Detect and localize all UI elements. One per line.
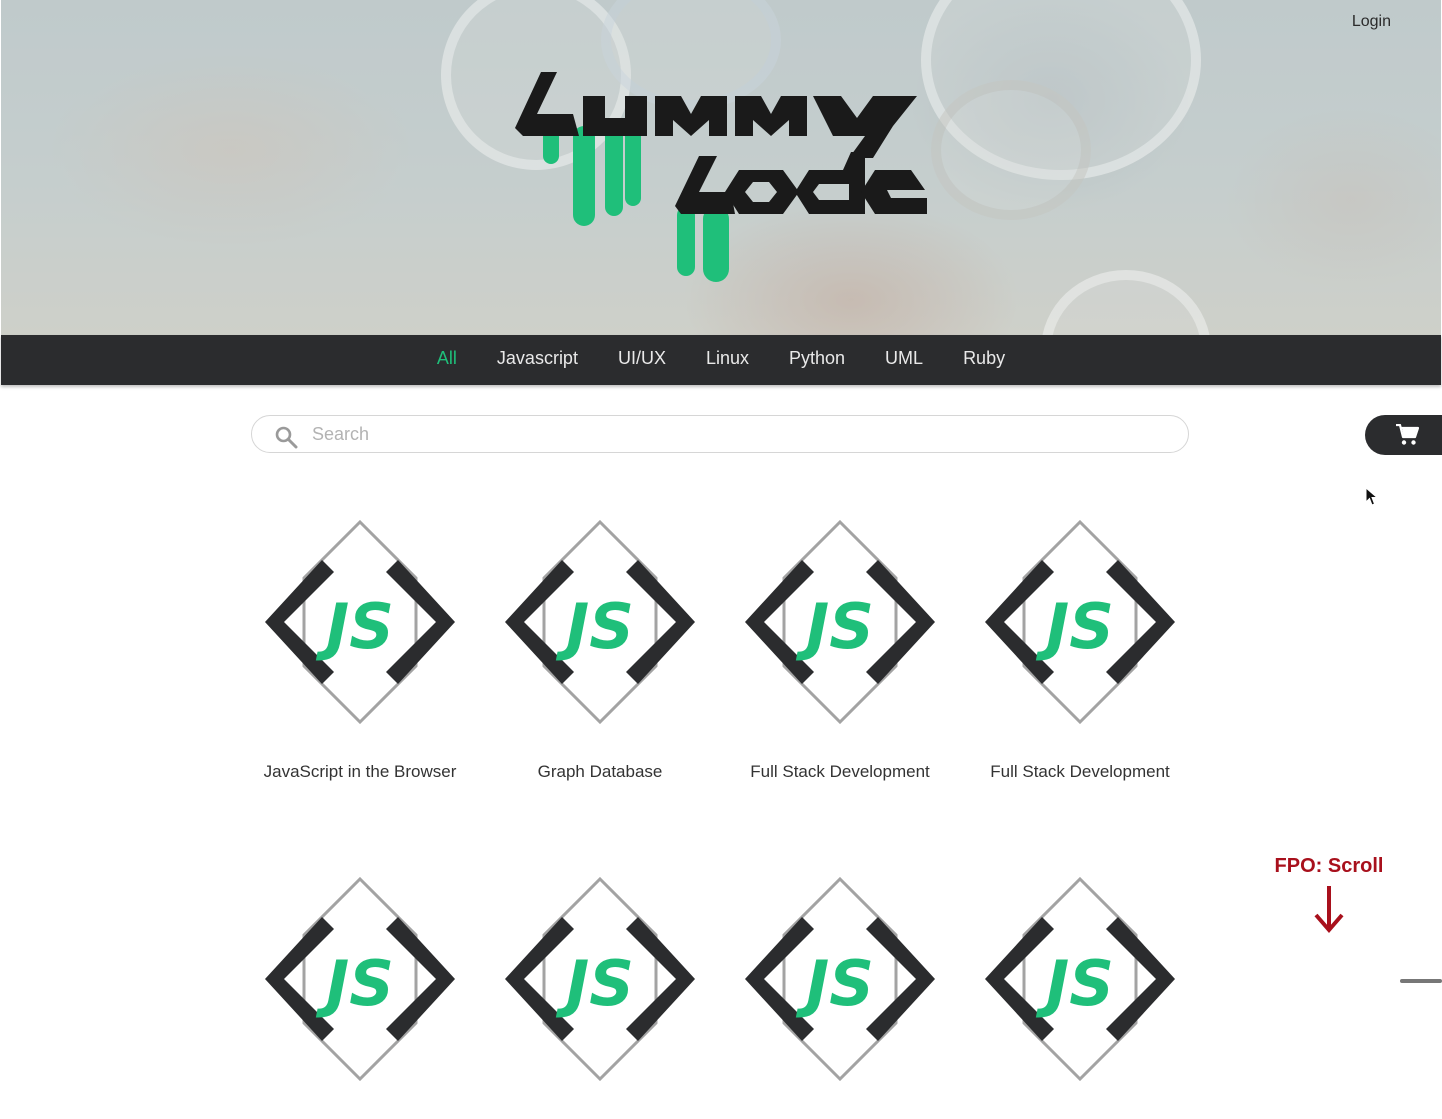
svg-text:JS: JS (1035, 590, 1114, 663)
mouse-cursor-icon (1365, 487, 1379, 506)
course-card[interactable]: JS (720, 877, 960, 1119)
arrow-down-icon (1314, 886, 1344, 934)
js-badge-icon: JS (745, 877, 935, 1081)
js-badge-icon: JS (265, 877, 455, 1081)
course-card[interactable]: JS (480, 877, 720, 1119)
svg-text:JS: JS (1035, 947, 1114, 1020)
search-bar (251, 415, 1189, 453)
course-card[interactable]: JS Full Stack Development (960, 520, 1200, 782)
js-badge-icon: JS (985, 877, 1175, 1081)
course-title: JavaScript in the Browser (263, 762, 457, 781)
login-link[interactable]: Login (1352, 13, 1391, 31)
nav-item-ui-ux[interactable]: UI/UX (598, 348, 686, 372)
course-card[interactable]: JS Graph Database (480, 520, 720, 782)
course-card[interactable]: JS Full Stack Development (720, 520, 960, 782)
svg-text:JS: JS (315, 947, 394, 1020)
nav-item-python[interactable]: Python (769, 348, 865, 372)
course-card[interactable]: JS (960, 877, 1200, 1119)
course-title: Graph Database (537, 762, 663, 781)
course-card[interactable]: JS JavaScript in the Browser (240, 520, 480, 782)
fpo-scroll-label: FPO: Scroll (1274, 855, 1384, 877)
course-title: Full Stack Development (990, 762, 1170, 781)
hero-banner: Login (1, 0, 1441, 335)
nav-item-all[interactable]: All (417, 348, 477, 372)
svg-text:JS: JS (555, 590, 634, 663)
js-badge-icon: JS (985, 520, 1175, 724)
nav-item-ruby[interactable]: Ruby (943, 348, 1025, 372)
js-badge-icon: JS (505, 520, 695, 724)
search-input[interactable] (312, 416, 1172, 452)
nav-item-uml[interactable]: UML (865, 348, 943, 372)
search-icon (275, 426, 298, 449)
gummy-code-logo (515, 72, 927, 282)
category-nav: All Javascript UI/UX Linux Python UML Ru… (1, 335, 1441, 385)
svg-text:JS: JS (555, 947, 634, 1020)
svg-text:JS: JS (795, 947, 874, 1020)
js-badge-icon: JS (745, 520, 935, 724)
nav-item-linux[interactable]: Linux (686, 348, 769, 372)
cart-icon (1396, 424, 1419, 445)
course-card[interactable]: JS (240, 877, 480, 1119)
svg-text:JS: JS (315, 590, 394, 663)
svg-text:JS: JS (795, 590, 874, 663)
nav-item-javascript[interactable]: Javascript (477, 348, 598, 372)
fpo-scroll-note: FPO: Scroll (1268, 855, 1390, 934)
scrollbar-thumb[interactable] (1400, 979, 1442, 983)
js-badge-icon: JS (505, 877, 695, 1081)
cart-button[interactable] (1365, 415, 1442, 455)
js-badge-icon: JS (265, 520, 455, 724)
course-title: Full Stack Development (750, 762, 930, 781)
